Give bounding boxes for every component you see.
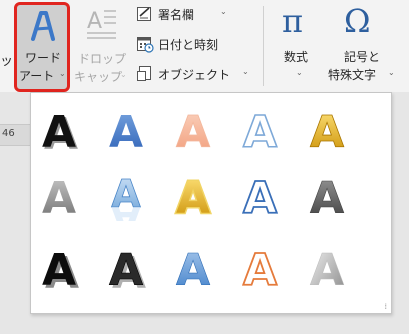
wordart-style-blue-gradient[interactable]: A xyxy=(101,105,151,158)
dropcap-label-1: ドロップ xyxy=(78,52,127,66)
svg-text:A: A xyxy=(42,107,76,155)
svg-text:A: A xyxy=(176,245,210,293)
dropcap-label-2: キャップ xyxy=(74,70,123,84)
pi-icon: π xyxy=(282,2,304,40)
wordart-style-silver-gradient[interactable]: A xyxy=(302,243,352,297)
wordart-style-blue-bevel[interactable]: A xyxy=(168,243,218,297)
wordart-label-1: ワード xyxy=(25,51,62,65)
object-button[interactable]: オブジェクト ⌄ xyxy=(134,64,260,84)
document-area-right xyxy=(390,92,409,334)
svg-text:A: A xyxy=(176,107,210,155)
wordart-button[interactable]: ワード アート ⌄ xyxy=(14,2,70,92)
symbol-button[interactable]: Ω 記号と 特殊文字 ⌄ xyxy=(326,2,396,90)
object-caret-icon: ⌄ xyxy=(242,67,249,76)
wordart-label-2: アート xyxy=(19,69,55,83)
symbol-label-1: 記号と xyxy=(344,50,381,64)
object-icon xyxy=(137,66,151,81)
dropcap-icon: A xyxy=(87,9,116,39)
svg-text:A: A xyxy=(243,107,277,155)
wordart-style-gray-dark-gradient[interactable]: A xyxy=(302,171,352,225)
wordart-icon xyxy=(31,11,55,41)
ribbon-cut-label: ッ xyxy=(0,54,14,69)
dropcap-button[interactable]: A ドロップ キャップ ⌄ xyxy=(74,4,128,90)
svg-text:A: A xyxy=(42,173,76,221)
svg-text:A: A xyxy=(243,173,277,221)
signature-line-button[interactable]: 署名欄 ⌄ xyxy=(134,4,260,24)
equation-button[interactable]: π 数式 ⌄ xyxy=(274,2,324,90)
date-time-label: 日付と時刻 xyxy=(158,38,219,52)
wordart-style-gold-bevel[interactable]: A xyxy=(302,105,352,159)
wordart-style-orange-soft[interactable]: A xyxy=(168,105,218,159)
wordart-style-blue-reflection[interactable]: A A xyxy=(101,171,151,242)
omega-icon: Ω xyxy=(344,2,371,40)
wordart-style-gold-glow[interactable]: A A xyxy=(168,171,218,226)
svg-text:A: A xyxy=(310,107,344,155)
equation-label: 数式 xyxy=(284,50,309,64)
wordart-style-blue-outline[interactable]: A xyxy=(235,171,285,225)
date-time-button[interactable]: 日付と時刻 xyxy=(134,34,260,54)
calendar-icon xyxy=(137,37,154,53)
symbol-label-2: 特殊文字 xyxy=(328,68,377,82)
wordart-style-light-blue-outline[interactable]: A xyxy=(235,105,285,159)
wordart-style-black-outline-shadow[interactable]: A A xyxy=(101,243,151,299)
wordart-style-gray-gradient[interactable]: A xyxy=(34,171,84,224)
symbol-caret-icon: ⌄ xyxy=(388,68,395,77)
svg-text:A: A xyxy=(310,245,344,293)
signature-icon xyxy=(137,7,151,21)
ribbon-separator xyxy=(263,6,264,86)
svg-text:A: A xyxy=(310,173,344,221)
svg-text:A: A xyxy=(109,245,143,293)
wordart-style-black-heavy-shadow[interactable]: A A xyxy=(34,243,84,299)
signature-label: 署名欄 xyxy=(158,8,195,22)
wordart-caret-icon: ⌄ xyxy=(59,69,66,78)
dropcap-caret-icon: ⌄ xyxy=(120,70,127,79)
signature-caret-icon: ⌄ xyxy=(220,7,227,16)
left-strip-text: 46 xyxy=(2,128,15,139)
svg-text:A: A xyxy=(87,9,102,34)
svg-text:A: A xyxy=(176,173,210,221)
wordart-style-black-shadow[interactable]: A A xyxy=(34,105,84,160)
svg-text:A: A xyxy=(243,245,277,293)
svg-text:A: A xyxy=(111,198,141,221)
object-label: オブジェクト xyxy=(158,68,231,82)
resize-grip-icon[interactable]: ⁞ xyxy=(384,302,387,311)
equation-caret-icon: ⌄ xyxy=(296,68,303,77)
ribbon: ッ ワード アート ⌄ A ドロップ キャップ ⌄ 署名欄 ⌄ 日付と時刻 オブ… xyxy=(0,0,409,109)
document-area-bottom xyxy=(36,314,409,334)
wordart-gallery: A A A A A A A A A A A A A A A A A A A A … xyxy=(30,92,392,314)
wordart-style-orange-outline[interactable]: A xyxy=(235,243,285,297)
svg-text:A: A xyxy=(42,245,76,293)
svg-text:A: A xyxy=(109,107,143,155)
